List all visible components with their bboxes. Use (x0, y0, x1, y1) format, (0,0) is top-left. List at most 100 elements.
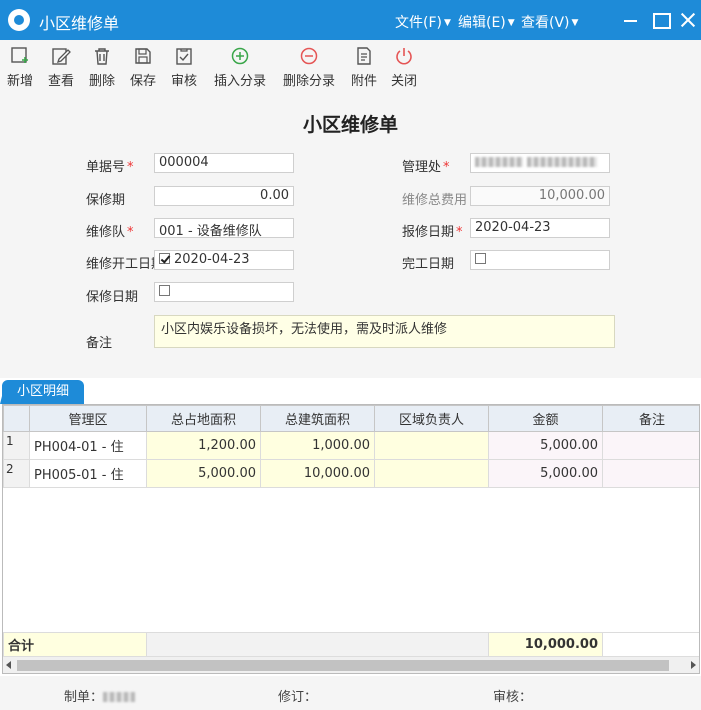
cell-amount[interactable]: 5,000.00 (488, 431, 603, 460)
finish-date-checkbox[interactable] (475, 253, 486, 264)
total-note (602, 632, 699, 657)
toolbar: 新增 查看 删除 保存 审核 插入分录 删除分录 附件 关闭 (0, 40, 701, 90)
attachment-icon (357, 47, 371, 65)
bill-no-label: 单据号 * (86, 160, 134, 175)
row-index: 1 (3, 431, 30, 460)
attachment-button[interactable]: 附件 (351, 46, 377, 89)
edit-icon (52, 48, 71, 65)
insert-entry-button[interactable]: 插入分录 (214, 46, 266, 89)
reviser: 修订： (278, 690, 318, 705)
start-date-checkbox[interactable] (159, 253, 170, 264)
total-amount: 10,000.00 (488, 632, 603, 657)
total-label: 合计 (3, 632, 147, 657)
detail-table: 管理区 总占地面积 总建筑面积 区域负责人 金额 备注 1 PH004-01 -… (3, 405, 699, 488)
office-field[interactable] (470, 153, 610, 173)
maximize-button[interactable] (650, 9, 672, 31)
delete-button-label: 删除 (89, 74, 116, 89)
table-header-row: 管理区 总占地面积 总建筑面积 区域负责人 金额 备注 (3, 405, 699, 432)
row-index: 2 (3, 459, 30, 488)
form-area: 小区维修单 单据号 * 000004 管理处 * 保修期 0.00 维修总费用 10… (0, 90, 701, 378)
cell-area[interactable]: PH004-01 - 住 (29, 431, 147, 460)
cell-building-area[interactable]: 10,000.00 (260, 459, 375, 488)
cell-note[interactable] (602, 431, 699, 460)
add-doc-icon (11, 47, 28, 63)
warranty-field[interactable]: 0.00 (154, 186, 294, 206)
table-row[interactable]: 2 PH005-01 - 住 5,000.00 10,000.00 5,000.… (3, 459, 699, 488)
finish-date-label: 完工日期 (402, 257, 455, 272)
save-button[interactable]: 保存 (130, 46, 156, 89)
minimize-button[interactable] (620, 9, 642, 31)
cell-amount[interactable]: 5,000.00 (488, 459, 603, 488)
remark-label: 备注 (86, 336, 113, 351)
trash-icon (95, 48, 109, 65)
close-button[interactable]: 关闭 (391, 46, 417, 89)
save-icon (135, 48, 151, 64)
audit-button-label: 审核 (171, 74, 198, 89)
cell-land-area[interactable]: 5,000.00 (146, 459, 261, 488)
tab-detail[interactable]: 小区明细 (0, 380, 84, 404)
header-building-area[interactable]: 总建筑面积 (260, 405, 375, 432)
delete-entry-label: 删除分录 (283, 74, 336, 89)
close-window-button[interactable] (677, 9, 699, 31)
delete-button[interactable]: 删除 (89, 46, 115, 89)
office-label: 管理处 * (402, 160, 450, 175)
audit-button[interactable]: 审核 (171, 46, 197, 89)
document-title: 小区维修单 (302, 114, 398, 136)
totals-row: 合计 10,000.00 (3, 632, 699, 657)
menu-file[interactable]: 文件(F) ▼ (395, 12, 451, 32)
minus-circle-icon (300, 47, 318, 65)
header-note[interactable]: 备注 (602, 405, 699, 432)
creator: 制单： (64, 686, 136, 705)
add-button-label: 新增 (7, 74, 34, 89)
header-index (3, 405, 30, 432)
header-manager[interactable]: 区域负责人 (374, 405, 489, 432)
team-label: 维修队 * (86, 225, 134, 240)
plus-circle-icon (231, 47, 249, 65)
header-land-area[interactable]: 总占地面积 (146, 405, 261, 432)
team-field[interactable]: 001 - 设备维修队 (154, 218, 294, 238)
scrollbar-thumb[interactable] (17, 660, 669, 671)
report-date-label: 报修日期 * (402, 225, 463, 240)
app-logo-icon (8, 9, 30, 31)
menu-view[interactable]: 查看(V) ▼ (521, 12, 578, 32)
header-area[interactable]: 管理区 (29, 405, 147, 432)
menu-edit[interactable]: 编辑(E) ▼ (458, 12, 515, 32)
start-date-field[interactable]: 2020-04-23 (154, 250, 294, 270)
warranty-date-label: 保修日期 (86, 290, 139, 305)
total-empty (146, 632, 489, 657)
cell-area[interactable]: PH005-01 - 住 (29, 459, 147, 488)
cell-note[interactable] (602, 459, 699, 488)
scroll-left-icon[interactable] (6, 661, 11, 669)
remark-field[interactable]: 小区内娱乐设备损坏，无法使用，需及时派人维修 (154, 315, 615, 348)
bill-no-field[interactable]: 000004 (154, 153, 294, 173)
scroll-right-icon[interactable] (691, 661, 696, 669)
cell-land-area[interactable]: 1,200.00 (146, 431, 261, 460)
warranty-date-field[interactable] (154, 282, 294, 302)
footer: 制单： 修订： 审核： (0, 676, 701, 710)
detail-grid: 管理区 总占地面积 总建筑面积 区域负责人 金额 备注 1 PH004-01 -… (2, 404, 700, 674)
header-amount[interactable]: 金额 (488, 405, 603, 432)
horizontal-scrollbar[interactable] (3, 656, 699, 673)
report-date-field[interactable]: 2020-04-23 (470, 218, 610, 238)
cell-manager[interactable] (374, 431, 489, 460)
finish-date-field[interactable] (470, 250, 610, 270)
warranty-date-checkbox[interactable] (159, 285, 170, 296)
audit-icon (176, 48, 192, 65)
close-button-label: 关闭 (391, 74, 418, 89)
auditor: 审核： (493, 690, 533, 705)
caret-down-icon: ▼ (443, 18, 451, 28)
table-row[interactable]: 1 PH004-01 - 住 1,200.00 1,000.00 5,000.0… (3, 431, 699, 460)
cell-manager[interactable] (374, 459, 489, 488)
caret-down-icon: ▼ (507, 18, 515, 28)
start-date-value: 2020-04-23 (174, 252, 250, 267)
total-cost-field: 10,000.00 (470, 186, 610, 206)
window-title: 小区维修单 (39, 14, 120, 33)
menu-file-label: 文件(F) (395, 15, 442, 31)
power-icon (396, 48, 412, 65)
cell-building-area[interactable]: 1,000.00 (260, 431, 375, 460)
view-button-label: 查看 (48, 74, 75, 89)
caret-down-icon: ▼ (571, 18, 579, 28)
delete-entry-button[interactable]: 删除分录 (283, 46, 335, 89)
view-button[interactable]: 查看 (48, 46, 74, 89)
add-button[interactable]: 新增 (7, 46, 33, 89)
